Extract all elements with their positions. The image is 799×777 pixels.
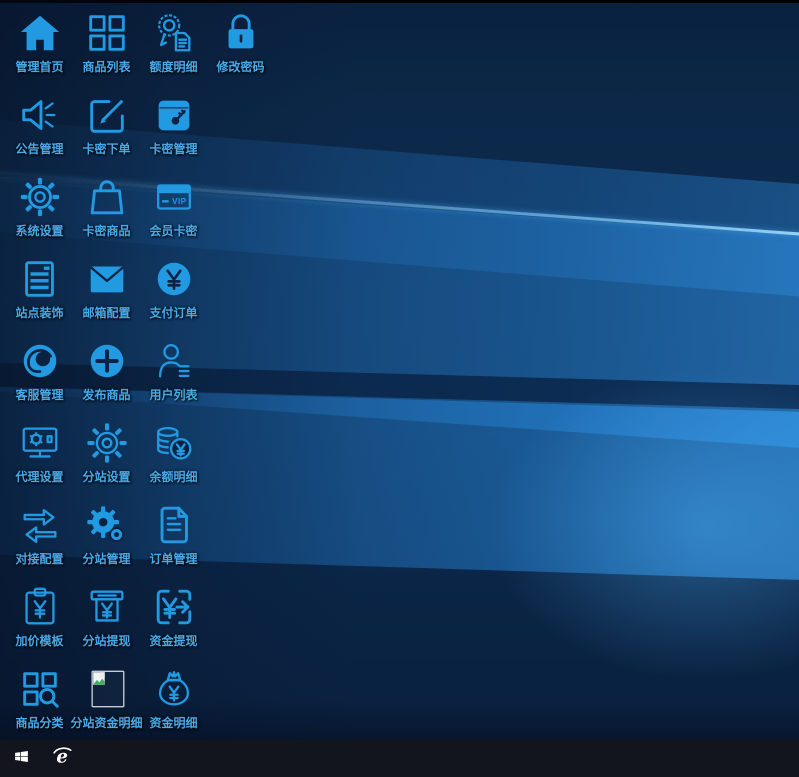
desktop-icon-change-password[interactable]: 修改密码 xyxy=(207,6,274,88)
svg-text:VIP: VIP xyxy=(172,197,187,206)
clipboard-yen-icon xyxy=(17,582,63,632)
desktop-icon-label: 客服管理 xyxy=(15,388,63,402)
desktop-icon-label: 修改密码 xyxy=(216,60,264,74)
gear2-icon xyxy=(84,418,130,468)
desktop-icon-label: 资金提现 xyxy=(149,634,197,648)
money-bag-icon xyxy=(151,664,197,714)
gear-icon xyxy=(17,172,63,222)
desktop-icon-label: 公告管理 xyxy=(15,142,63,156)
edit-doc-icon xyxy=(84,90,130,140)
desktop-icon-site-decoration[interactable]: 站点装饰 xyxy=(6,252,73,334)
desktop-icon-label: 额度明细 xyxy=(149,60,197,74)
desktop-icon-product-category[interactable]: 商品分类 xyxy=(6,662,73,744)
desktop-icon-label: 订单管理 xyxy=(149,552,197,566)
key-box-icon xyxy=(151,90,197,140)
desktop-icon-substation-settings[interactable]: 分站设置 xyxy=(73,416,140,498)
desktop-icon-balance-detail[interactable]: 余额明细 xyxy=(140,416,207,498)
desktop: 管理首页 公告管理 xyxy=(0,0,799,777)
desktop-icon-label: 发布商品 xyxy=(82,388,130,402)
desktop-icon-label: 对接配置 xyxy=(15,552,63,566)
desktop-icon-funds-withdraw[interactable]: 资金提现 xyxy=(140,580,207,662)
desktop-icon-label: 系统设置 xyxy=(15,224,63,238)
desktop-icon-funds-detail[interactable]: 资金明细 xyxy=(140,662,207,744)
desktop-icon-quota-detail[interactable]: 额度明细 xyxy=(140,6,207,88)
user-list-icon xyxy=(151,336,197,386)
server-icon xyxy=(17,254,63,304)
desktop-icon-label: 分站提现 xyxy=(82,634,130,648)
desktop-icon-label: 管理首页 xyxy=(15,60,63,74)
doc-icon xyxy=(151,500,197,550)
vip-card-icon: VIP xyxy=(151,172,197,222)
plus-circle-icon xyxy=(84,336,130,386)
desktop-icon-order-manage[interactable]: 订单管理 xyxy=(140,498,207,580)
taskbar: e xyxy=(0,740,799,777)
desktop-icon-label: 卡密商品 xyxy=(82,224,130,238)
desktop-icon-api-connect-config[interactable]: 对接配置 xyxy=(6,498,73,580)
desktop-icon-label: 会员卡密 xyxy=(149,224,197,238)
desktop-icon-label: 加价模板 xyxy=(15,634,63,648)
grid-icon xyxy=(84,8,130,58)
desktop-icon-substation-manage[interactable]: 分站管理 xyxy=(73,498,140,580)
desktop-icon-payment-orders[interactable]: 支付订单 xyxy=(140,252,207,334)
desktop-icon-system-settings[interactable]: 系统设置 xyxy=(6,170,73,252)
desktop-icon-substation-funds-detail[interactable]: 分站资金明细 xyxy=(73,662,140,744)
desktop-icon-label: 余额明细 xyxy=(149,470,197,484)
desktop-icon-label: 商品列表 xyxy=(82,60,130,74)
ie-icon: e xyxy=(52,745,75,773)
transfer-arrows-icon xyxy=(17,500,63,550)
start-button[interactable] xyxy=(0,740,42,777)
desktop-icon-customer-service[interactable]: 客服管理 xyxy=(6,334,73,416)
yen-circle-icon xyxy=(151,254,197,304)
desktop-icon-label: 分站资金明细 xyxy=(71,716,143,730)
desktop-icon-product-list[interactable]: 商品列表 xyxy=(73,6,140,88)
desktop-icon-agent-settings[interactable]: 代理设置 xyxy=(6,416,73,498)
home-icon xyxy=(17,8,63,58)
desktop-icon-grid: 管理首页 公告管理 xyxy=(6,6,274,744)
desktop-icon-publish-product[interactable]: 发布商品 xyxy=(73,334,140,416)
broken-image-icon xyxy=(84,664,130,714)
desktop-icon-label: 用户列表 xyxy=(149,388,197,402)
desktop-icon-label: 卡密管理 xyxy=(149,142,197,156)
desktop-icon-card-manage[interactable]: 卡密管理 xyxy=(140,88,207,170)
desktop-icon-mailbox-config[interactable]: 邮箱配置 xyxy=(73,252,140,334)
desktop-icon-markup-template[interactable]: 加价模板 xyxy=(6,580,73,662)
yen-arrow-icon xyxy=(151,582,197,632)
desktop-icon-card-order[interactable]: 卡密下单 xyxy=(73,88,140,170)
megaphone-icon xyxy=(17,90,63,140)
envelope-icon xyxy=(84,254,130,304)
coins-icon xyxy=(151,418,197,468)
desktop-icon-substation-withdraw[interactable]: 分站提现 xyxy=(73,580,140,662)
withdraw-box-icon xyxy=(84,582,130,632)
desktop-icon-label: 分站设置 xyxy=(82,470,130,484)
desktop-icon-admin-home[interactable]: 管理首页 xyxy=(6,6,73,88)
desktop-icon-label: 商品分类 xyxy=(15,716,63,730)
internet-explorer-button[interactable]: e xyxy=(42,740,84,777)
windows-logo-icon xyxy=(13,748,30,770)
desktop-icon-card-products[interactable]: 卡密商品 xyxy=(73,170,140,252)
desktop-icon-label: 站点装饰 xyxy=(15,306,63,320)
monitor-gear-icon xyxy=(17,418,63,468)
badge-doc-icon xyxy=(151,8,197,58)
desktop-icon-label: 邮箱配置 xyxy=(82,306,130,320)
bag-icon xyxy=(84,172,130,222)
desktop-icon-label: 分站管理 xyxy=(82,552,130,566)
grid-search-icon xyxy=(17,664,63,714)
lock-icon xyxy=(218,8,264,58)
headset-person-icon xyxy=(17,336,63,386)
desktop-icon-announcement-manage[interactable]: 公告管理 xyxy=(6,88,73,170)
desktop-icon-label: 卡密下单 xyxy=(82,142,130,156)
desktop-icon-label: 资金明细 xyxy=(149,716,197,730)
desktop-icon-user-list[interactable]: 用户列表 xyxy=(140,334,207,416)
gear-duo-icon xyxy=(84,500,130,550)
desktop-icon-label: 代理设置 xyxy=(15,470,63,484)
desktop-icon-label: 支付订单 xyxy=(149,306,197,320)
desktop-icon-vip-cards[interactable]: VIP 会员卡密 xyxy=(140,170,207,252)
